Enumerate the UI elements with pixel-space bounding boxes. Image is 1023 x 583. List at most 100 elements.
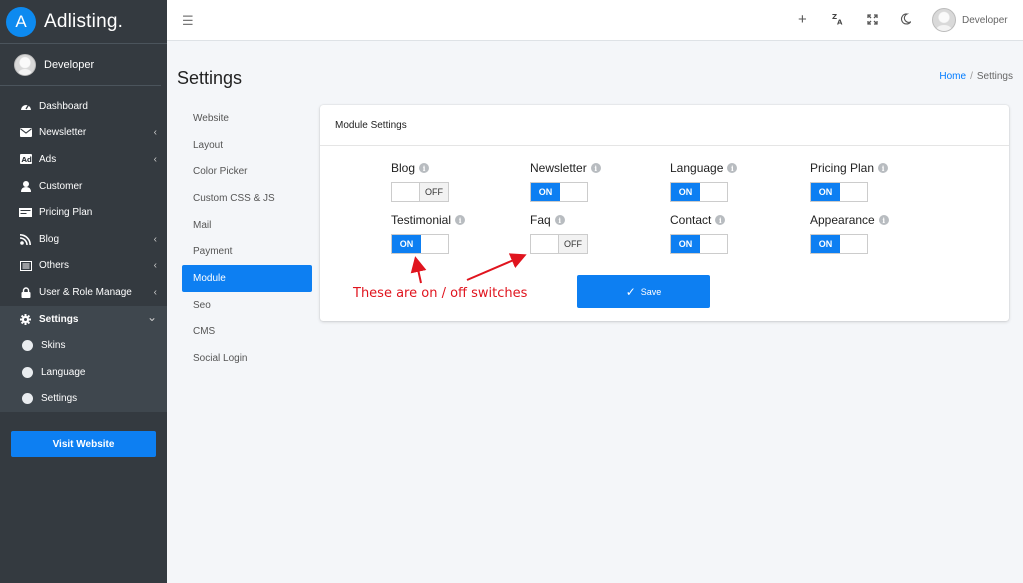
fullscreen-icon[interactable]	[867, 13, 878, 28]
faq-toggle-switch[interactable]: OFF	[530, 234, 588, 254]
sidebar-item-others[interactable]: Others ‹	[0, 253, 167, 280]
module-label: Faq	[530, 213, 551, 227]
settings-menu-module[interactable]: Module	[182, 265, 312, 292]
hamburger-menu-icon[interactable]: ☰	[182, 13, 194, 29]
contact-toggle-switch[interactable]: ON	[670, 234, 728, 254]
plus-icon[interactable]: +	[798, 11, 807, 28]
module-label: Contact	[670, 213, 712, 227]
info-icon[interactable]: i	[715, 215, 726, 225]
chevron-left-icon: ‹	[153, 153, 157, 165]
module-faq: Faq i OFF	[530, 213, 588, 254]
sidebar-item-settings[interactable]: Settings ⌄	[0, 305, 167, 333]
sidebar-item-label: User & Role Manage	[39, 286, 132, 298]
translate-icon[interactable]: ZA	[832, 13, 844, 28]
switch-state: ON	[671, 235, 700, 253]
sidebar-item-label: Customer	[39, 180, 83, 192]
breadcrumb-current: Settings	[976, 71, 1013, 82]
user-panel[interactable]: Developer	[0, 44, 161, 86]
settings-menu-website[interactable]: Website	[182, 105, 312, 132]
switch-state: ON	[671, 183, 700, 201]
save-button[interactable]: ✓ Save	[577, 275, 710, 308]
sidebar-item-label: Settings	[39, 313, 79, 325]
sidebar: A Adlisting. Developer Dashboard Newslet…	[0, 0, 167, 583]
testimonial-toggle-switch[interactable]: ON	[391, 234, 449, 254]
chevron-left-icon: ‹	[153, 127, 157, 139]
topbar-user-menu[interactable]: Developer	[932, 8, 1008, 32]
sidebar-item-customer[interactable]: Customer	[0, 173, 167, 200]
moon-icon[interactable]	[900, 13, 913, 28]
settings-menu-layout[interactable]: Layout	[182, 132, 312, 159]
brand[interactable]: A Adlisting.	[0, 0, 167, 44]
visit-website-button[interactable]: Visit Website	[11, 431, 156, 457]
avatar	[14, 53, 36, 76]
sidebar-item-pricing-plan[interactable]: Pricing Plan	[0, 199, 167, 226]
settings-menu-color-picker[interactable]: Color Picker	[182, 158, 312, 185]
gear-icon	[19, 313, 32, 325]
sidebar-item-ads[interactable]: Ad Ads ‹	[0, 146, 167, 173]
chevron-left-icon: ‹	[153, 233, 157, 245]
module-appearance: Appearance i ON	[810, 213, 889, 254]
lock-icon	[19, 287, 32, 298]
module-label: Testimonial	[391, 213, 452, 227]
settings-menu-custom-css-js[interactable]: Custom CSS & JS	[182, 185, 312, 212]
card-title: Module Settings	[320, 105, 1009, 146]
switch-state: OFF	[419, 183, 448, 201]
settings-menu-seo[interactable]: Seo	[182, 292, 312, 319]
brand-logo: A	[6, 6, 36, 37]
sidebar-subitem-label: Skins	[41, 340, 66, 352]
pricing-plan-toggle-switch[interactable]: ON	[810, 182, 868, 202]
info-icon[interactable]: i	[455, 215, 466, 225]
chevron-down-icon: ⌄	[146, 309, 157, 324]
module-label: Newsletter	[530, 161, 587, 175]
money-icon	[19, 207, 32, 218]
sidebar-nav: Dashboard Newsletter ‹ Ad Ads ‹ Customer	[0, 86, 167, 413]
check-icon: ✓	[625, 284, 636, 299]
settings-menu-mail[interactable]: Mail	[182, 212, 312, 239]
info-icon[interactable]: i	[419, 163, 430, 173]
module-language: Language i ON	[670, 161, 738, 202]
sidebar-item-label: Ads	[39, 153, 57, 165]
user-name: Developer	[44, 58, 95, 71]
newsletter-toggle-switch[interactable]: ON	[530, 182, 588, 202]
settings-menu-social-login[interactable]: Social Login	[182, 345, 312, 372]
user-icon	[19, 180, 32, 192]
blog-toggle-switch[interactable]: OFF	[391, 182, 449, 202]
blog-icon	[19, 233, 32, 245]
switch-state: ON	[811, 235, 840, 253]
language-toggle-switch[interactable]: ON	[670, 182, 728, 202]
avatar	[932, 8, 956, 32]
info-icon[interactable]: i	[727, 163, 738, 173]
module-testimonial: Testimonial i ON	[391, 213, 466, 254]
sidebar-item-dashboard[interactable]: Dashboard	[0, 93, 167, 120]
chevron-left-icon: ‹	[153, 260, 157, 272]
sidebar-subitem-settings[interactable]: Settings	[0, 386, 167, 413]
sidebar-item-label: Pricing Plan	[39, 207, 93, 219]
sidebar-item-newsletter[interactable]: Newsletter ‹	[0, 120, 167, 147]
switch-state: ON	[531, 183, 560, 201]
sidebar-subitem-label: Settings	[41, 393, 78, 405]
breadcrumb-home-link[interactable]: Home	[939, 71, 966, 82]
sidebar-item-label: Blog	[39, 233, 60, 245]
info-icon[interactable]: i	[590, 163, 601, 173]
settings-menu-cms[interactable]: CMS	[182, 319, 312, 346]
top-navbar: ☰ + ZA Developer	[167, 0, 1023, 41]
sidebar-subitem-skins[interactable]: Skins	[0, 332, 167, 359]
settings-menu: Website Layout Color Picker Custom CSS &…	[182, 105, 312, 372]
circle-icon	[22, 366, 33, 378]
envelope-icon	[19, 127, 32, 138]
info-icon[interactable]: i	[878, 163, 889, 173]
dashboard-icon	[19, 101, 32, 112]
svg-text:A: A	[837, 19, 843, 26]
module-label: Appearance	[810, 213, 875, 227]
sidebar-subitem-label: Language	[41, 366, 86, 378]
sidebar-item-blog[interactable]: Blog ‹	[0, 226, 167, 253]
sidebar-item-label: Dashboard	[39, 100, 88, 112]
sidebar-item-user-role[interactable]: User & Role Manage ‹	[0, 279, 167, 306]
list-icon	[19, 260, 32, 271]
sidebar-subitem-language[interactable]: Language	[0, 359, 167, 386]
breadcrumb-separator: /	[970, 71, 973, 82]
settings-menu-payment[interactable]: Payment	[182, 238, 312, 265]
info-icon[interactable]: i	[554, 215, 565, 225]
appearance-toggle-switch[interactable]: ON	[810, 234, 868, 254]
info-icon[interactable]: i	[878, 215, 889, 225]
